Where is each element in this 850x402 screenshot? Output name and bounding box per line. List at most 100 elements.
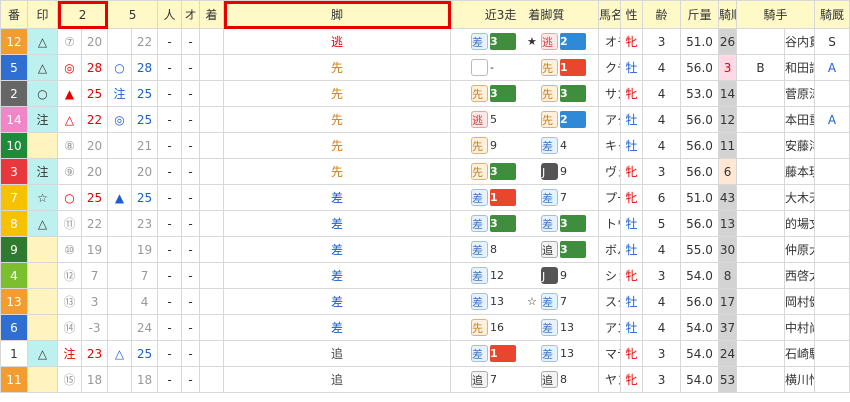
horse-name[interactable]: トウキョウスター: [598, 210, 622, 237]
jockey[interactable]: 石崎駿: [784, 340, 816, 367]
past-race-2: ★ 逃 2: [527, 33, 597, 50]
horse-number: 14: [0, 106, 28, 133]
run-style-tag: 差: [541, 137, 559, 154]
horse-name[interactable]: ボルトディタリー: [598, 236, 622, 263]
prediction-mark[interactable]: ☆: [27, 184, 58, 211]
jockey-rank: 3: [718, 54, 738, 81]
table-row[interactable]: 14注△22◎25--先逃5先2-アタミセイコー牡456.012本田重A: [0, 106, 850, 133]
jockey[interactable]: 大木天: [784, 184, 816, 211]
prediction-mark[interactable]: [27, 288, 58, 315]
col-mark[interactable]: 印: [27, 0, 58, 29]
jockey[interactable]: 仲原大: [784, 236, 816, 263]
horse-name[interactable]: サカベンクイーン: [598, 80, 622, 107]
col-2[interactable]: 2: [56, 0, 109, 29]
col-sex[interactable]: 性: [620, 0, 644, 29]
past-race-2: 先1: [527, 59, 597, 76]
blinker-mark: [736, 106, 786, 133]
finish-position: 9: [490, 139, 498, 152]
col-stable[interactable]: 騎厩: [814, 0, 850, 29]
prediction-mark[interactable]: [27, 262, 58, 289]
table-row[interactable]: 7☆○25▲25--差差1差7-プーラン牝651.043大木天: [0, 184, 850, 211]
odds: -: [181, 28, 201, 55]
finish: [199, 80, 225, 107]
finish-badge: 1: [560, 59, 587, 76]
table-row[interactable]: 5△◎28○28--先-先1先1クチャモザクワジャ牡456.03B和田譲A: [0, 54, 850, 81]
col-popularity[interactable]: 人: [157, 0, 183, 29]
jockey-rank: 17: [718, 288, 738, 315]
horse-name[interactable]: アンジーニョ: [598, 314, 622, 341]
prediction-mark[interactable]: [27, 314, 58, 341]
col-jockey[interactable]: 騎手: [736, 0, 816, 29]
col-5[interactable]: 5: [107, 0, 159, 29]
stable-rank: [814, 236, 850, 263]
horse-name[interactable]: プーラン: [598, 184, 622, 211]
finish: [199, 28, 225, 55]
jockey[interactable]: 藤本現: [784, 158, 816, 185]
prediction-mark[interactable]: [27, 132, 58, 159]
jockey[interactable]: 本田重: [784, 106, 816, 133]
jockey[interactable]: 和田譲: [784, 54, 816, 81]
jockey[interactable]: 岡村健: [784, 288, 816, 315]
table-row[interactable]: 11⑮1818--追追7追8追13ヤンノカステップ牝354.053横川怜: [0, 366, 850, 393]
table-row[interactable]: 8△⑪2223--差差3差3差2トウキョウスター牡556.013的場文: [0, 210, 850, 237]
jockey[interactable]: 横川怜: [784, 366, 816, 393]
table-row[interactable]: 10⑧2021--先先9差4先5キャストロゲイル牡456.011安藤洋: [0, 132, 850, 159]
table-row[interactable]: 2○▲25注25--先先3先3-サカベンクイーン牝453.014菅原涼: [0, 80, 850, 107]
col-leg[interactable]: 脚: [223, 0, 452, 29]
horse-number: 3: [0, 158, 28, 185]
sex: 牡: [620, 132, 644, 159]
stable-rank: [814, 184, 850, 211]
horse-name[interactable]: スターオブボニータ: [598, 288, 622, 315]
table-row[interactable]: 6⑭-324--差先16差13追13アンジーニョ牡454.037中村尚: [0, 314, 850, 341]
jockey-rank: 26: [718, 28, 738, 55]
prediction-mark[interactable]: 注: [27, 106, 58, 133]
horse-name[interactable]: オモルフォス: [598, 28, 622, 55]
prediction-mark[interactable]: △: [27, 54, 58, 81]
col-horse-name[interactable]: 馬名: [598, 0, 622, 29]
col-number[interactable]: 番: [0, 0, 28, 29]
finish: [199, 236, 225, 263]
horse-name[interactable]: ヴェラグエリエロ: [598, 158, 622, 185]
prediction-mark[interactable]: ○: [27, 80, 58, 107]
finish: [199, 366, 225, 393]
col-finish[interactable]: 着: [199, 0, 225, 29]
jockey[interactable]: 西啓太: [784, 262, 816, 289]
jockey[interactable]: 谷内貫: [784, 28, 816, 55]
prediction-mark[interactable]: △: [27, 28, 58, 55]
past-race-1: 先3: [457, 163, 527, 180]
table-row[interactable]: 9⑩1919--差差8追3差7ボルトディタリー牡455.030仲原大: [0, 236, 850, 263]
leg-style: 逃: [223, 28, 452, 55]
table-row[interactable]: 12△⑦2022--逃差3★逃2逃3オモルフォス牝351.026谷内貫S: [0, 28, 850, 55]
col-age[interactable]: 齢: [642, 0, 682, 29]
horse-name[interactable]: マテラハチイチ: [598, 340, 622, 367]
value-5: 23: [131, 210, 159, 237]
jockey[interactable]: 菅原涼: [784, 80, 816, 107]
prediction-mark[interactable]: △: [27, 340, 58, 367]
prediction-mark[interactable]: [27, 236, 58, 263]
horse-name[interactable]: キャストロゲイル: [598, 132, 622, 159]
prediction-mark[interactable]: 注: [27, 158, 58, 185]
col-last3[interactable]: 近3走 着脚質: [450, 0, 600, 29]
jockey[interactable]: 的場文: [784, 210, 816, 237]
table-row[interactable]: 13⑬34--差差13☆差7差19スターオブボニータ牡456.017岡村健: [0, 288, 850, 315]
run-style-tag: 先: [471, 163, 489, 180]
odds: -: [181, 314, 201, 341]
col-weight[interactable]: 斤量: [680, 0, 720, 29]
blinker-mark: B: [736, 54, 786, 81]
col-odds[interactable]: オ: [181, 0, 201, 29]
horse-name[interactable]: クチャモザクワジャ: [598, 54, 622, 81]
past-race-2: 追3: [527, 241, 597, 258]
age: 3: [642, 366, 682, 393]
table-row[interactable]: 1△注23△25--追差1差13差12マテラハチイチ牝354.024石崎駿: [0, 340, 850, 367]
horse-name[interactable]: ヤンノカステップ: [598, 366, 622, 393]
col-jockey-rank[interactable]: 騎順: [718, 0, 738, 29]
finish: [199, 288, 225, 315]
table-row[interactable]: 4⑫77--差差12J9J14ショウナンアウリイ牝354.08西啓太: [0, 262, 850, 289]
prediction-mark[interactable]: △: [27, 210, 58, 237]
jockey[interactable]: 安藤洋: [784, 132, 816, 159]
horse-name[interactable]: アタミセイコー: [598, 106, 622, 133]
jockey[interactable]: 中村尚: [784, 314, 816, 341]
table-row[interactable]: 3注⑨2020--先先3J9J16ヴェラグエリエロ牝356.06藤本現: [0, 158, 850, 185]
horse-name[interactable]: ショウナンアウリイ: [598, 262, 622, 289]
prediction-mark[interactable]: [27, 366, 58, 393]
